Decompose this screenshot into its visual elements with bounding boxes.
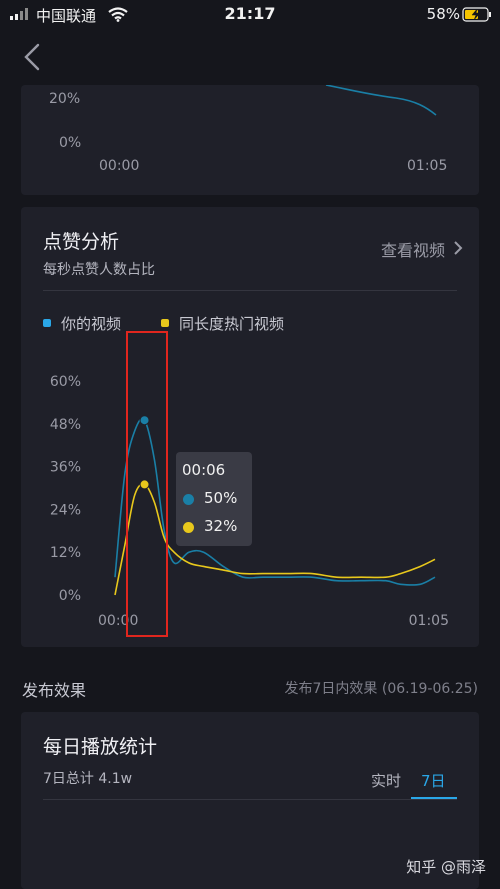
y-tick-label: 48% (50, 417, 81, 433)
y-tick-label: 24% (50, 502, 81, 518)
tab-7day[interactable]: 7日 (421, 770, 446, 791)
tooltip-dot-hot (183, 522, 194, 533)
y-tick-label: 12% (50, 545, 81, 561)
like-chart: 60%48%36%24%12%0%00:00 01:05 (50, 374, 449, 629)
play-chart-line (325, 85, 437, 116)
tab-realtime[interactable]: 实时 (371, 770, 401, 791)
section-title: 发布效果 (22, 681, 87, 700)
card-title: 每日播放统计 (43, 736, 158, 758)
y-tick-label: 60% (50, 374, 81, 390)
x-tick-label: 01:05 (407, 158, 448, 174)
divider (43, 799, 457, 800)
battery-charging-icon (462, 7, 491, 22)
like-analysis-card: 点赞分析 每秒点赞人数占比 查看视频 你的视频 同长度热门视频 60% 48% 36… (21, 207, 479, 647)
highlight-box (126, 331, 168, 637)
tooltip-value-user: 50% (204, 489, 238, 507)
tooltip-dot-user (183, 494, 194, 505)
x-tick-label: 01:05 (409, 613, 449, 629)
play-analysis-card: 20% 0% 00:00 01:05 (21, 85, 479, 195)
x-tick-label: 00:00 (99, 158, 140, 174)
tooltip-value-hot: 32% (204, 517, 238, 535)
y-tick-label: 0% (59, 135, 82, 151)
back-chevron-icon[interactable] (18, 40, 48, 74)
section-date-range: 发布7日内效果 (06.19-06.25) (284, 681, 479, 697)
tab-active-indicator (411, 797, 457, 799)
watermark: 知乎 @雨泽 (406, 858, 486, 876)
clock: 21:17 (224, 4, 276, 23)
y-tick-label: 0% (59, 588, 81, 604)
chart-tooltip: 00:06 50% 32% (176, 452, 252, 546)
card-summary: 7日总计 4.1w (43, 771, 133, 787)
y-tick-label: 36% (50, 460, 81, 476)
status-bar: 中国联通 21:17 58% (0, 0, 500, 30)
battery-percentage: 58% (426, 5, 460, 23)
tooltip-time: 00:06 (182, 461, 226, 479)
